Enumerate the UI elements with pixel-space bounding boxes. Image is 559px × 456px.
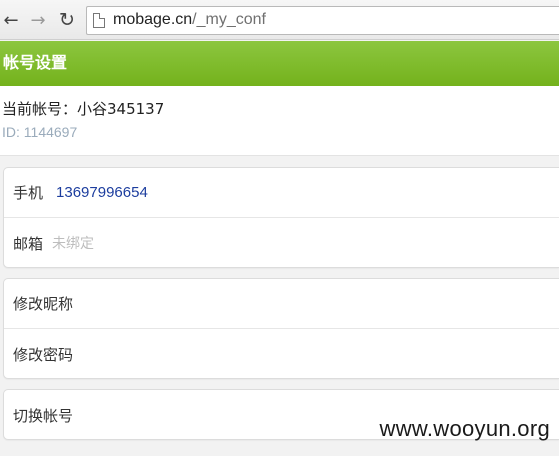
url-path: /_my_conf: [192, 11, 266, 28]
change-nickname-row[interactable]: 修改昵称: [4, 279, 559, 329]
email-label: 邮箱: [13, 234, 44, 253]
watermark: www.wooyun.org: [379, 416, 550, 441]
change-nickname-label: 修改昵称: [13, 295, 74, 313]
switch-account-label: 切换帐号: [13, 406, 74, 425]
change-password-label: 修改密码: [13, 345, 74, 364]
settings-group: 修改昵称 修改密码: [3, 278, 559, 379]
contact-group: 手机 13697996654 邮箱 未绑定: [3, 167, 559, 268]
change-password-row[interactable]: 修改密码: [4, 329, 559, 379]
forward-arrow-icon[interactable]: →: [27, 9, 49, 31]
reload-icon[interactable]: ↻: [56, 9, 78, 31]
email-status: 未绑定: [52, 236, 95, 252]
current-account: 当前帐号：小谷345137: [2, 100, 165, 118]
account-info: 当前帐号：小谷345137 ID: 1144697: [0, 86, 559, 156]
account-id: ID: 1144697: [2, 124, 78, 140]
address-bar[interactable]: mobage.cn/_my_conf: [86, 6, 559, 35]
phone-row[interactable]: 手机 13697996654: [4, 168, 559, 218]
page-title: 帐号设置: [0, 41, 559, 86]
phone-label: 手机: [13, 184, 44, 202]
browser-toolbar: ← → ↻ mobage.cn/_my_conf: [0, 0, 559, 40]
phone-value: 13697996654: [56, 184, 148, 201]
email-row[interactable]: 邮箱 未绑定: [4, 218, 559, 268]
page-icon: [93, 13, 105, 28]
url-host: mobage.cn: [113, 11, 193, 28]
back-arrow-icon[interactable]: ←: [0, 9, 22, 31]
url-text[interactable]: mobage.cn/_my_conf: [113, 11, 266, 29]
